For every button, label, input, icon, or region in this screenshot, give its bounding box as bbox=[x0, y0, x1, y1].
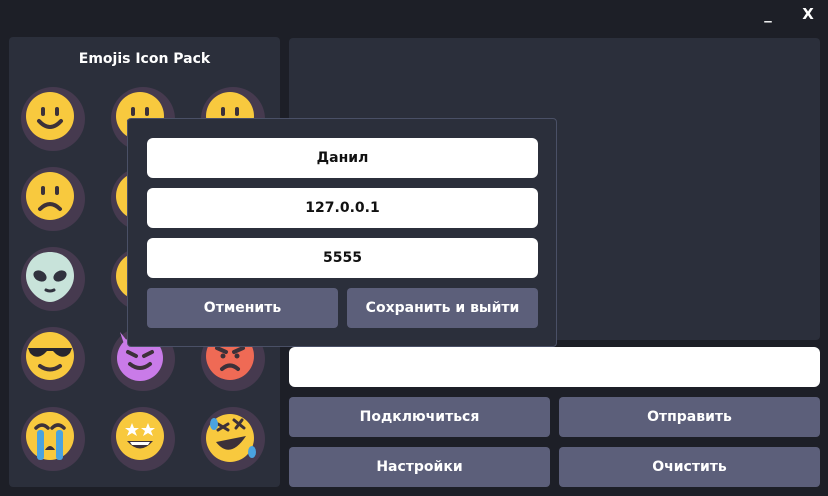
message-input[interactable] bbox=[289, 347, 820, 387]
emoji-button[interactable] bbox=[110, 406, 176, 472]
cancel-button[interactable]: Отменить bbox=[147, 288, 338, 328]
username-field[interactable] bbox=[147, 138, 538, 178]
emoji-button[interactable] bbox=[20, 166, 86, 232]
title-bar: _ X bbox=[0, 0, 828, 28]
star-struck-face-icon bbox=[111, 407, 175, 471]
emoji-button[interactable] bbox=[20, 326, 86, 392]
emoji-panel-title: Emojis Icon Pack bbox=[78, 51, 211, 67]
emoji-button[interactable] bbox=[20, 86, 86, 152]
smiling-face-icon bbox=[21, 87, 85, 151]
sad-face-icon bbox=[21, 167, 85, 231]
connect-button[interactable]: Подключиться bbox=[289, 397, 550, 437]
crying-face-icon bbox=[21, 407, 85, 471]
settings-button[interactable]: Настройки bbox=[289, 447, 550, 487]
ip-address-field[interactable] bbox=[147, 188, 538, 228]
emoji-button[interactable] bbox=[20, 246, 86, 312]
clear-button[interactable]: Очистить bbox=[559, 447, 820, 487]
emoji-button[interactable] bbox=[200, 406, 266, 472]
save-and-exit-button[interactable]: Сохранить и выйти bbox=[347, 288, 538, 328]
send-button[interactable]: Отправить bbox=[559, 397, 820, 437]
sunglasses-face-icon bbox=[21, 327, 85, 391]
port-field[interactable] bbox=[147, 238, 538, 278]
settings-dialog: Отменить Сохранить и выйти bbox=[127, 118, 557, 347]
rolling-laughing-face-icon bbox=[201, 407, 265, 471]
alien-face-icon bbox=[21, 247, 85, 311]
close-button[interactable]: X bbox=[795, 2, 821, 26]
emoji-button[interactable] bbox=[20, 406, 86, 472]
minimize-button[interactable]: _ bbox=[755, 2, 781, 26]
